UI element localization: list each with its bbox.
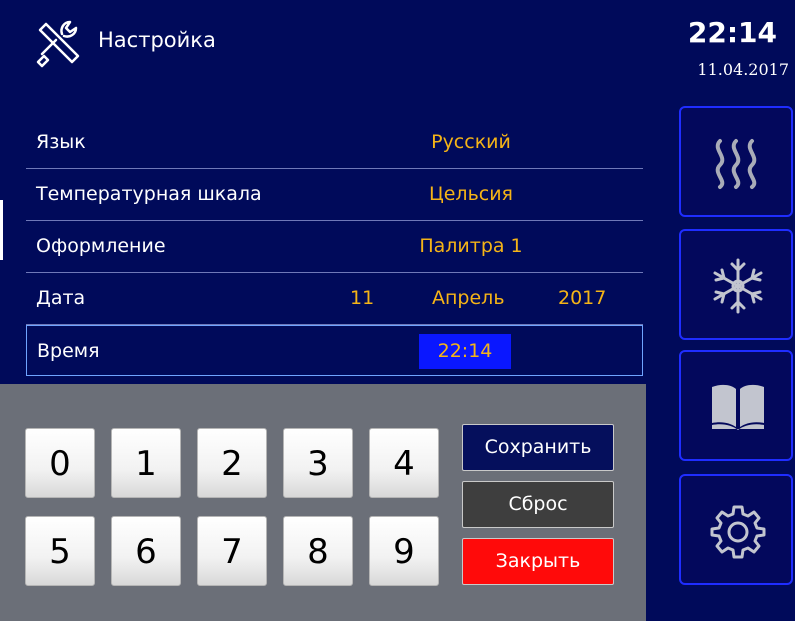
setting-value[interactable]: Палитра 1 — [356, 235, 586, 257]
setting-row-theme[interactable]: Оформление Палитра 1 — [26, 221, 643, 273]
gear-icon — [710, 505, 766, 559]
setting-label: Время — [37, 340, 100, 362]
date-month-value[interactable]: Апрель — [432, 287, 505, 309]
key-3[interactable]: 3 — [283, 428, 353, 498]
time-value-field[interactable]: 22:14 — [419, 334, 511, 369]
heat-icon — [715, 139, 757, 189]
key-1[interactable]: 1 — [111, 428, 181, 498]
setting-label: Оформление — [36, 235, 166, 257]
heat-mode-button[interactable] — [679, 106, 793, 217]
left-edge-strip — [0, 200, 3, 260]
setting-label: Язык — [36, 131, 86, 153]
setting-label: Температурная шкала — [36, 183, 262, 205]
save-button[interactable]: Сохранить — [462, 424, 614, 471]
clock-time: 22:14 — [687, 16, 777, 49]
close-button[interactable]: Закрыть — [462, 538, 614, 585]
date-year-value[interactable]: 2017 — [558, 287, 606, 309]
setting-row-time[interactable]: Время 22:14 — [26, 325, 643, 376]
setting-row-date[interactable]: Дата 11 Апрель 2017 — [26, 273, 643, 325]
tools-icon — [32, 18, 82, 68]
date-day-value[interactable]: 11 — [350, 287, 374, 309]
clock-date: 11.04.2017 — [697, 60, 789, 79]
page-title: Настройка — [98, 28, 216, 52]
setting-label: Дата — [36, 287, 86, 309]
key-7[interactable]: 7 — [197, 516, 267, 586]
setting-row-language[interactable]: Язык Русский — [26, 117, 643, 169]
setting-value[interactable]: Цельсия — [356, 183, 586, 205]
reset-button[interactable]: Сброс — [462, 481, 614, 528]
settings-button[interactable] — [679, 474, 793, 585]
key-8[interactable]: 8 — [283, 516, 353, 586]
snowflake-icon — [713, 258, 763, 314]
cooling-mode-button[interactable] — [679, 229, 793, 340]
book-icon — [712, 384, 764, 430]
settings-list: Язык Русский Температурная шкала Цельсия… — [26, 117, 643, 376]
key-6[interactable]: 6 — [111, 516, 181, 586]
key-0[interactable]: 0 — [25, 428, 95, 498]
key-4[interactable]: 4 — [369, 428, 439, 498]
setting-row-temperature-scale[interactable]: Температурная шкала Цельсия — [26, 169, 643, 221]
key-9[interactable]: 9 — [369, 516, 439, 586]
key-2[interactable]: 2 — [197, 428, 267, 498]
key-5[interactable]: 5 — [25, 516, 95, 586]
setting-value[interactable]: Русский — [356, 131, 586, 153]
manual-button[interactable] — [679, 350, 793, 461]
